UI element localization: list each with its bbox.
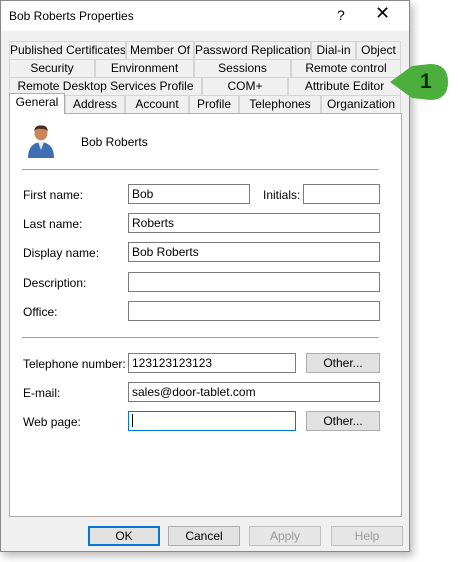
other-web-button[interactable]: Other... bbox=[306, 411, 380, 431]
apply-button: Apply bbox=[249, 526, 321, 546]
close-icon[interactable]: ✕ bbox=[375, 3, 390, 24]
title-bar: Bob Roberts Properties ? ✕ bbox=[1, 1, 409, 31]
email-field[interactable]: sales@door-tablet.com bbox=[128, 382, 380, 402]
last-name-label: Last name: bbox=[23, 217, 83, 231]
description-label: Description: bbox=[23, 276, 87, 290]
first-name-field[interactable]: Bob bbox=[128, 184, 250, 204]
display-name-field[interactable]: Bob Roberts bbox=[128, 242, 380, 262]
tab-address[interactable]: Address bbox=[65, 95, 125, 113]
divider bbox=[22, 169, 379, 170]
tab-object[interactable]: Object bbox=[356, 41, 401, 59]
tab-remote-control[interactable]: Remote control bbox=[291, 59, 401, 77]
tab-general[interactable]: General bbox=[9, 93, 65, 114]
office-field[interactable] bbox=[128, 301, 380, 321]
user-avatar-icon bbox=[28, 125, 54, 158]
tab-member-of[interactable]: Member Of bbox=[126, 41, 194, 59]
tab-dial-in[interactable]: Dial-in bbox=[311, 41, 356, 59]
properties-dialog: Bob Roberts Properties ? ✕ Published Cer… bbox=[0, 0, 410, 552]
tab-password-replication[interactable]: Password Replication bbox=[194, 41, 311, 59]
tab-attribute-editor[interactable]: Attribute Editor bbox=[288, 77, 401, 95]
window-title: Bob Roberts Properties bbox=[9, 9, 134, 23]
web-page-label: Web page: bbox=[23, 415, 81, 429]
display-name-label: Display name: bbox=[23, 246, 100, 260]
initials-field[interactable] bbox=[303, 184, 380, 204]
help-icon[interactable]: ? bbox=[337, 7, 345, 23]
help-button: Help bbox=[331, 526, 403, 546]
tab-published-certificates[interactable]: Published Certificates bbox=[9, 41, 126, 59]
text-caret bbox=[132, 414, 133, 427]
description-field[interactable] bbox=[128, 272, 380, 292]
user-name: Bob Roberts bbox=[81, 135, 148, 149]
annotation-number: 1 bbox=[420, 70, 432, 93]
tab-environment[interactable]: Environment bbox=[95, 59, 194, 77]
first-name-label: First name: bbox=[23, 188, 84, 202]
tab-com-plus[interactable]: COM+ bbox=[202, 77, 288, 95]
office-label: Office: bbox=[23, 305, 58, 319]
ok-button[interactable]: OK bbox=[88, 526, 160, 546]
web-page-field[interactable] bbox=[128, 411, 296, 431]
other-phone-button[interactable]: Other... bbox=[306, 353, 380, 373]
telephone-label: Telephone number: bbox=[23, 357, 126, 371]
annotation-callout-icon bbox=[390, 64, 448, 100]
email-label: E-mail: bbox=[23, 386, 61, 400]
tab-security[interactable]: Security bbox=[9, 59, 95, 77]
tab-account[interactable]: Account bbox=[125, 95, 189, 113]
general-tab-panel: Bob Roberts First name: Bob Initials: La… bbox=[9, 113, 402, 517]
telephone-field[interactable]: 123123123123 bbox=[128, 353, 296, 373]
tab-telephones[interactable]: Telephones bbox=[239, 95, 321, 113]
divider bbox=[22, 337, 379, 338]
tab-profile[interactable]: Profile bbox=[189, 95, 239, 113]
tab-sessions[interactable]: Sessions bbox=[194, 59, 291, 77]
initials-label: Initials: bbox=[263, 188, 301, 202]
last-name-field[interactable]: Roberts bbox=[128, 213, 380, 233]
cancel-button[interactable]: Cancel bbox=[168, 526, 240, 546]
